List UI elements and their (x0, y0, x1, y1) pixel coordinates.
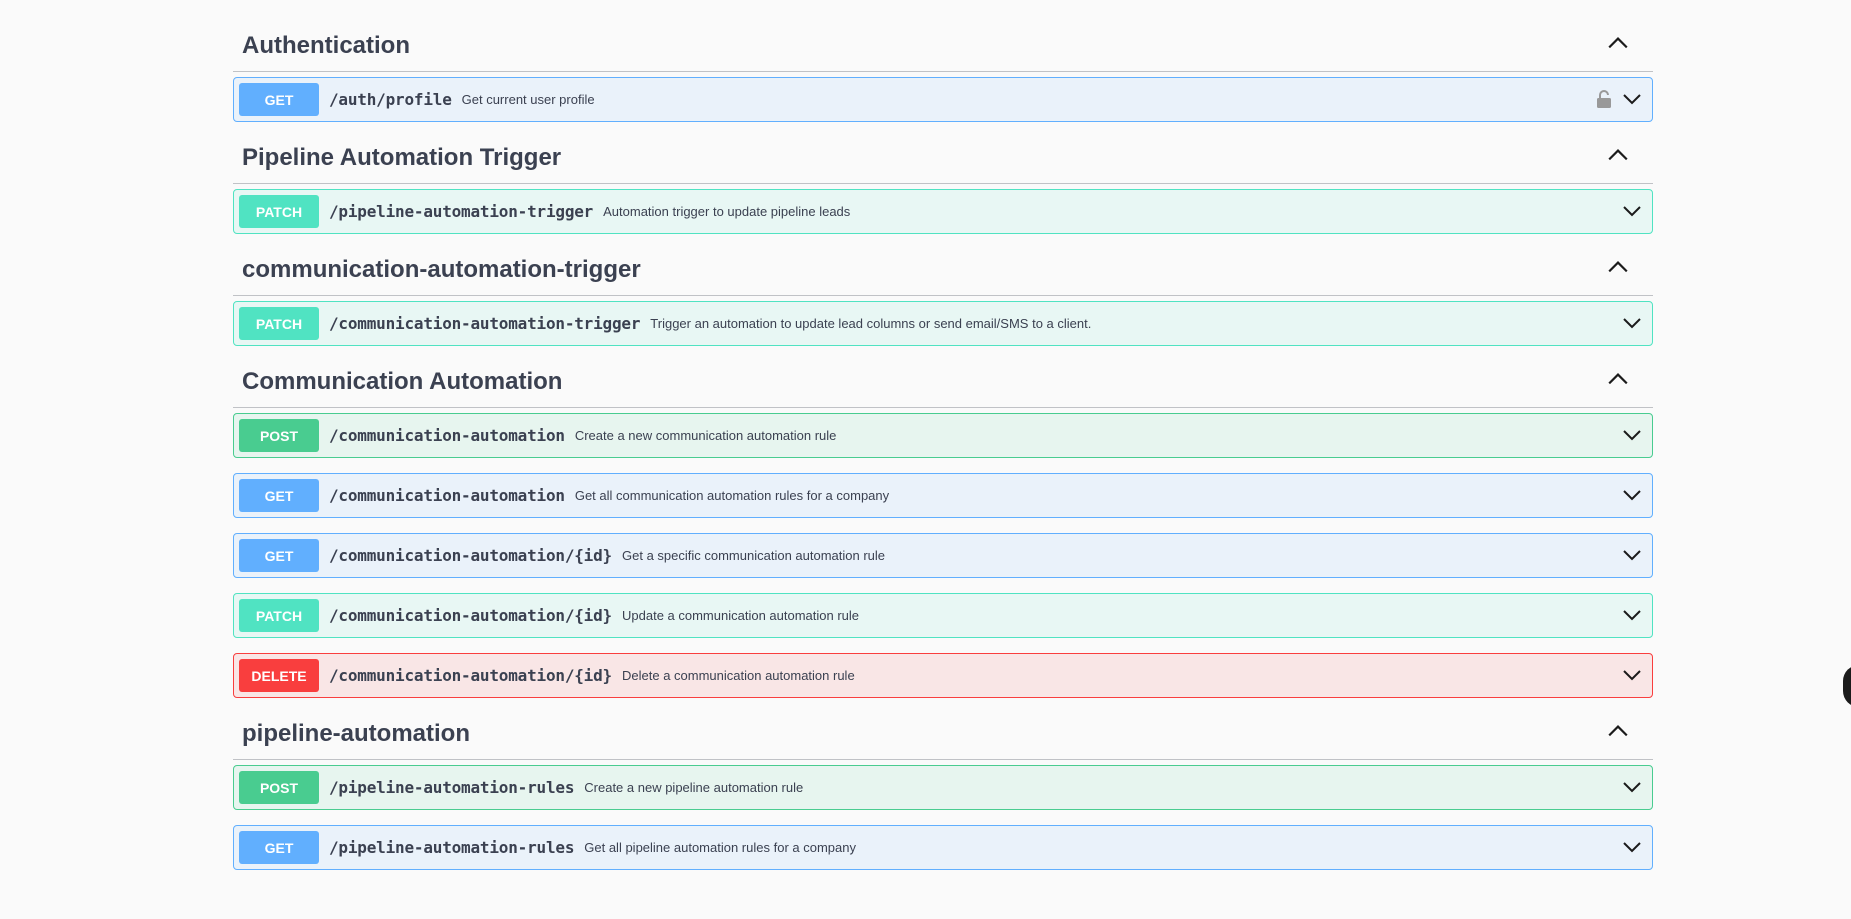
chevron-down-icon[interactable] (1622, 608, 1642, 622)
tag-title[interactable]: pipeline-automation (242, 722, 470, 746)
tag-section-header[interactable]: communication-automation-trigger (233, 234, 1653, 296)
http-method-badge: GET (239, 831, 319, 864)
tag-section: pipeline-automation POST/pipeline-automat… (233, 698, 1653, 870)
tag-section-header[interactable]: Authentication (233, 0, 1653, 72)
tag-title[interactable]: Pipeline Automation Trigger (242, 146, 561, 170)
operation-row[interactable]: GET/auth/profile Get current user profile (233, 77, 1653, 122)
chevron-down-icon[interactable] (1622, 204, 1642, 218)
chevron-down-icon[interactable] (1622, 488, 1642, 502)
operation-path: /communication-automation (329, 486, 565, 505)
side-panel-handle[interactable] (1843, 665, 1851, 707)
http-method-badge: DELETE (239, 659, 319, 692)
operation-summary: Get all pipeline automation rules for a … (584, 840, 856, 855)
tag-section: communication-automation-trigger PATCH/co… (233, 234, 1653, 346)
operation-path: /pipeline-automation-rules (329, 778, 575, 797)
operation-path: /communication-automation/{id} (329, 666, 612, 685)
operation-row[interactable]: PATCH/communication-automation-trigger Tr… (233, 301, 1653, 346)
tag-section-header[interactable]: Pipeline Automation Trigger (233, 122, 1653, 184)
operation-path: /pipeline-automation-trigger (329, 202, 594, 221)
operation-summary: Update a communication automation rule (622, 608, 860, 623)
chevron-down-icon[interactable] (1622, 548, 1642, 562)
http-method-badge: PATCH (239, 195, 319, 228)
chevron-up-icon[interactable] (1607, 371, 1629, 387)
operation-path: /communication-automation-trigger (329, 314, 641, 333)
chevron-up-icon[interactable] (1607, 35, 1629, 51)
operation-row[interactable]: GET/communication-automation/{id} Get a s… (233, 533, 1653, 578)
api-docs-list: Authentication GET/auth/profile Get curren… (233, 0, 1653, 870)
lock-icon[interactable] (1596, 89, 1612, 109)
chevron-down-icon[interactable] (1622, 780, 1642, 794)
operation-row[interactable]: DELETE/communication-automation/{id} Dele… (233, 653, 1653, 698)
chevron-down-icon[interactable] (1622, 92, 1642, 106)
operation-path: /communication-automation/{id} (329, 606, 612, 625)
http-method-badge: POST (239, 771, 319, 804)
operations-list: GET/auth/profile Get current user profile (233, 77, 1653, 122)
tag-title[interactable]: communication-automation-trigger (242, 258, 641, 282)
tag-title[interactable]: Authentication (242, 34, 410, 58)
chevron-down-icon[interactable] (1622, 668, 1642, 682)
operation-summary: Create a new communication automation ru… (574, 428, 837, 443)
http-method-badge: GET (239, 539, 319, 572)
operation-summary: Trigger an automation to update lead col… (650, 316, 1092, 331)
chevron-down-icon[interactable] (1622, 428, 1642, 442)
operations-list: POST/communication-automation Create a ne… (233, 413, 1653, 698)
http-method-badge: GET (239, 83, 319, 116)
http-method-badge: PATCH (239, 599, 319, 632)
operation-summary: Get a specific communication automation … (622, 548, 886, 563)
tag-section: Communication Automation POST/communicati… (233, 346, 1653, 698)
chevron-up-icon[interactable] (1607, 147, 1629, 163)
operation-summary: Automation trigger to update pipeline le… (603, 204, 851, 219)
chevron-up-icon[interactable] (1607, 723, 1629, 739)
operation-path: /communication-automation (329, 426, 565, 445)
operations-list: PATCH/communication-automation-trigger Tr… (233, 301, 1653, 346)
http-method-badge: PATCH (239, 307, 319, 340)
tag-section: Authentication GET/auth/profile Get curren… (233, 0, 1653, 122)
operations-list: POST/pipeline-automation-rules Create a n… (233, 765, 1653, 870)
operation-row[interactable]: PATCH/pipeline-automation-trigger Automat… (233, 189, 1653, 234)
chevron-down-icon[interactable] (1622, 840, 1642, 854)
http-method-badge: GET (239, 479, 319, 512)
tag-section: Pipeline Automation Trigger PATCH/pipelin… (233, 122, 1653, 234)
operation-row[interactable]: POST/communication-automation Create a ne… (233, 413, 1653, 458)
operation-summary: Get current user profile (461, 92, 595, 107)
http-method-badge: POST (239, 419, 319, 452)
tag-title[interactable]: Communication Automation (242, 370, 562, 394)
operations-list: PATCH/pipeline-automation-trigger Automat… (233, 189, 1653, 234)
operation-path: /auth/profile (329, 90, 452, 109)
operation-row[interactable]: GET/pipeline-automation-rules Get all pip… (233, 825, 1653, 870)
chevron-up-icon[interactable] (1607, 259, 1629, 275)
operation-row[interactable]: GET/communication-automation Get all comm… (233, 473, 1653, 518)
tag-section-header[interactable]: Communication Automation (233, 346, 1653, 408)
chevron-down-icon[interactable] (1622, 316, 1642, 330)
operation-path: /pipeline-automation-rules (329, 838, 575, 857)
operation-path: /communication-automation/{id} (329, 546, 612, 565)
operation-row[interactable]: PATCH/communication-automation/{id} Updat… (233, 593, 1653, 638)
operation-row[interactable]: POST/pipeline-automation-rules Create a n… (233, 765, 1653, 810)
tag-section-header[interactable]: pipeline-automation (233, 698, 1653, 760)
operation-summary: Create a new pipeline automation rule (584, 780, 804, 795)
operation-summary: Get all communication automation rules f… (574, 488, 890, 503)
operation-summary: Delete a communication automation rule (622, 668, 855, 683)
